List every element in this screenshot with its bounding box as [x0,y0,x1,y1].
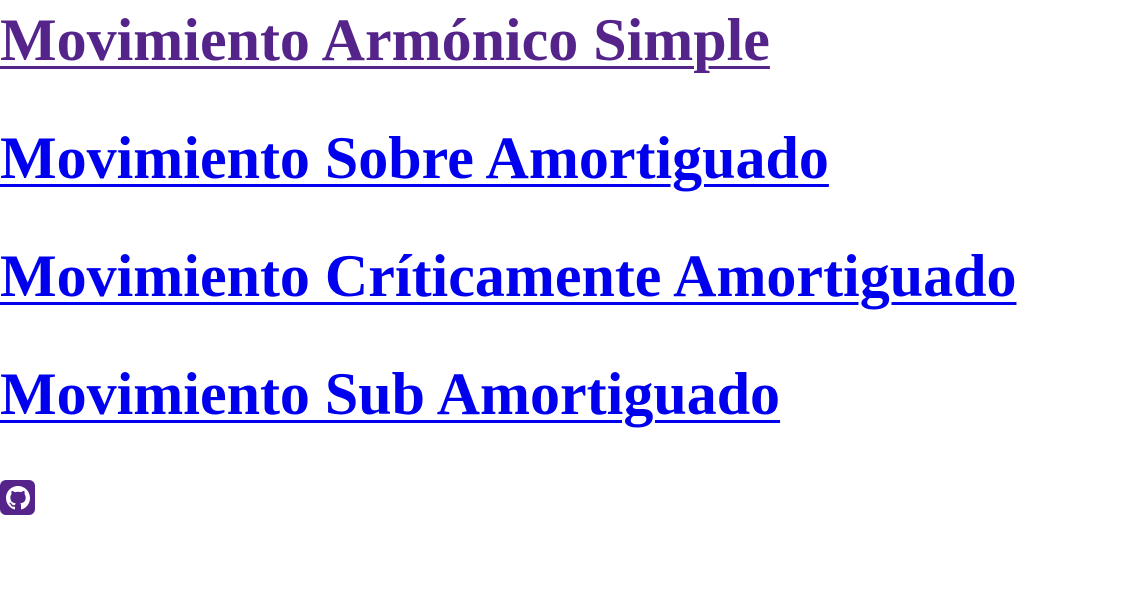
link-movimiento-armonico-simple[interactable]: Movimiento Armónico Simple [0,10,770,70]
link-movimiento-criticamente-amortiguado[interactable]: Movimiento Críticamente Amortiguado [0,246,1016,306]
github-icon [5,485,30,509]
link-movimiento-sub-amortiguado[interactable]: Movimiento Sub Amortiguado [0,364,780,424]
link-movimiento-sobre-amortiguado[interactable]: Movimiento Sobre Amortiguado [0,128,829,188]
github-link[interactable] [0,480,35,515]
